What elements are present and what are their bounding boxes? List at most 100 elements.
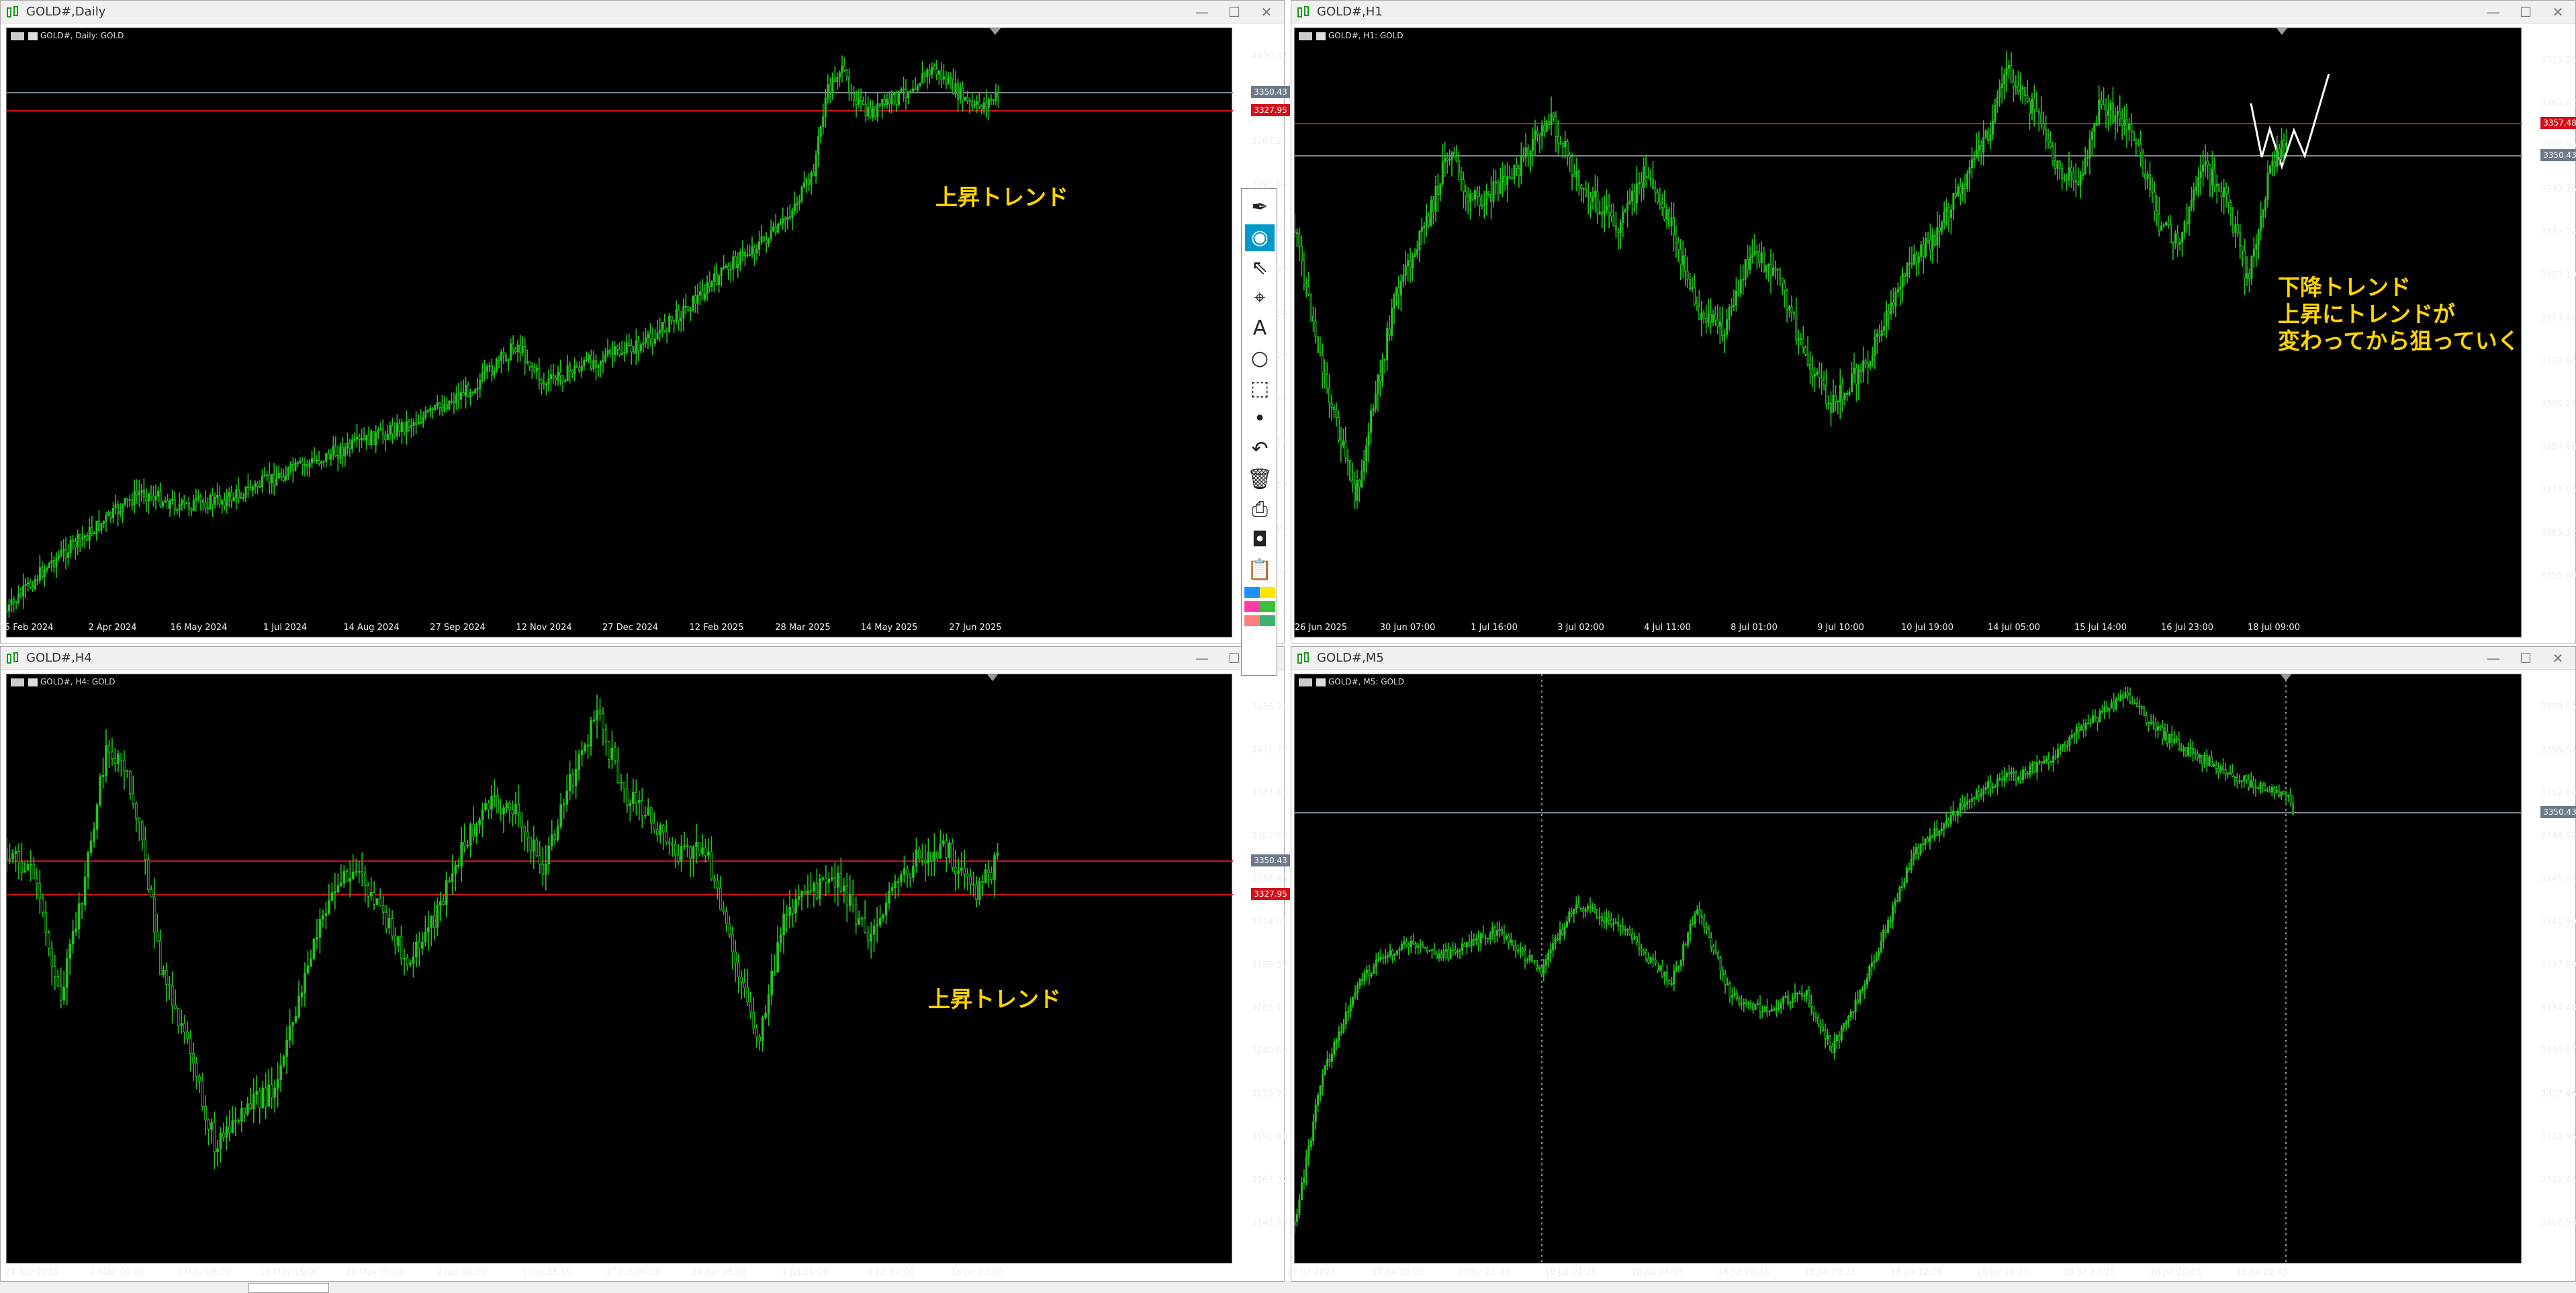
candle-body <box>1675 234 1677 243</box>
shift-marker-icon[interactable] <box>990 28 1001 35</box>
candle-body <box>753 247 756 254</box>
close-button[interactable]: ✕ <box>1252 2 1281 22</box>
candle-body <box>1797 338 1800 341</box>
ruler-icon[interactable]: ⬚ <box>1245 375 1275 402</box>
candle-body <box>1470 939 1473 946</box>
pin-icon[interactable]: ✒ <box>1245 194 1275 221</box>
crosshair-icon[interactable]: ⌖ <box>1245 285 1275 312</box>
candle-body <box>282 1056 285 1066</box>
color-swatch[interactable] <box>1244 587 1260 598</box>
color-swatch[interactable] <box>1260 601 1275 612</box>
window-title: GOLD#,Daily <box>26 5 106 19</box>
trash-icon[interactable]: 🗑 <box>1245 466 1275 493</box>
title-bar[interactable]: GOLD#,H1 — ☐ ✕ <box>1291 1 2575 24</box>
candle-body <box>678 309 680 322</box>
shift-marker-icon[interactable] <box>2276 28 2287 35</box>
color-palette[interactable] <box>1244 587 1275 630</box>
candle-body <box>2252 781 2255 787</box>
candle-body <box>845 885 849 906</box>
candle-body <box>249 487 252 491</box>
eye-icon[interactable]: ◉ <box>1245 224 1275 251</box>
chart-area[interactable]: GOLD#, Daily: GOLD 上昇トレンド <box>6 28 1233 637</box>
maximize-button[interactable]: ☐ <box>2511 2 2540 22</box>
maximize-button[interactable]: ☐ <box>2511 648 2540 668</box>
cursor-icon[interactable]: ⇖ <box>1245 255 1275 281</box>
candle-body <box>1982 789 1985 795</box>
candle-body <box>1389 950 1391 956</box>
candle-body <box>692 846 695 859</box>
candle-body <box>1490 193 1493 202</box>
title-bar[interactable]: GOLD#,M5 — ☐ ✕ <box>1291 647 2575 670</box>
candle-body <box>2210 756 2213 766</box>
candle-body <box>1973 797 1976 799</box>
chart-window-m5[interactable]: GOLD#,M5 — ☐ ✕ GOLD#, M5: GOLD 3359.05 33… <box>1287 646 2576 1282</box>
color-swatch[interactable] <box>1260 615 1275 626</box>
minimize-button[interactable]: — <box>2479 2 2508 22</box>
candle-body <box>1455 157 1458 161</box>
candle-body <box>114 504 117 509</box>
maximize-button[interactable]: ☐ <box>1220 2 1249 22</box>
chart-area[interactable]: GOLD#, H1: GOLD 下降トレンド 上昇にトレンドが 変わってから狙っ… <box>1294 28 2522 637</box>
printer-icon[interactable]: ⎙ <box>1245 496 1275 523</box>
candle-body <box>1638 942 1641 950</box>
candle-body <box>1911 263 1913 265</box>
candle-body <box>119 510 122 515</box>
shift-marker-icon[interactable] <box>2281 674 2291 681</box>
candle-body <box>1485 191 1488 206</box>
candle-body <box>782 218 784 224</box>
close-button[interactable]: ✕ <box>2543 648 2573 668</box>
y-tick-label: 3352.03 <box>2540 788 2576 799</box>
candle-body <box>798 200 801 204</box>
candle-body <box>1391 308 1393 336</box>
ellipse-icon[interactable]: ○ <box>1245 345 1275 372</box>
candle-body <box>704 847 707 856</box>
candle-body <box>1661 966 1664 977</box>
color-swatch[interactable] <box>1260 587 1275 598</box>
candle-body <box>1520 155 1522 177</box>
candle-body <box>230 492 233 501</box>
camera-icon[interactable]: ◘ <box>1245 527 1275 553</box>
undo-icon[interactable]: ↶ <box>1245 436 1275 463</box>
candle-body <box>2125 119 2128 130</box>
candle-body <box>734 951 737 963</box>
shift-marker-icon[interactable] <box>987 674 998 681</box>
title-bar[interactable]: GOLD#,Daily — ☐ ✕ <box>1 1 1284 24</box>
candle-body <box>1823 378 1825 386</box>
color-swatch[interactable] <box>1244 601 1260 612</box>
candle-body <box>91 527 93 534</box>
chart-window-h4[interactable]: GOLD#,H4 — ☐ ✕ GOLD#, H4: GOLD 上昇トレンド 34… <box>0 646 1290 1282</box>
chart-area[interactable]: GOLD#, M5: GOLD <box>1294 674 2522 1264</box>
candle-body <box>420 422 422 424</box>
candle-body <box>2278 148 2281 158</box>
chart-window-daily[interactable]: GOLD#,Daily — ☐ ✕ GOLD#, Daily: GOLD 上昇ト… <box>0 0 1290 643</box>
candle-body <box>1326 373 1328 389</box>
drawing-toolbar[interactable]: ✒ ◉ ⇖ ⌖ A ○ ⬚ • ↶ 🗑 ⎙ ◘ 📋 <box>1241 188 1277 676</box>
dot-icon[interactable]: • <box>1245 406 1275 433</box>
x-tick-label: 24 Jun 08:00 <box>691 1267 747 1278</box>
candle-body <box>1903 882 1906 887</box>
candle-body <box>1515 165 1518 169</box>
minimize-button[interactable]: — <box>1187 2 1217 22</box>
chart-tab[interactable] <box>248 1283 329 1293</box>
title-bar[interactable]: GOLD#,H4 — ☐ ✕ <box>1 647 1284 670</box>
candle-body <box>377 429 379 433</box>
candle-body <box>38 883 42 899</box>
clipboard-icon[interactable]: 📋 <box>1245 557 1275 584</box>
text-icon[interactable]: A <box>1245 315 1275 342</box>
minimize-button[interactable]: — <box>1187 648 1217 668</box>
candle-body <box>20 861 24 873</box>
candle-body <box>2173 738 2176 743</box>
candle-body <box>1561 143 1564 148</box>
candle-body <box>167 500 169 509</box>
candle-body <box>914 88 917 91</box>
candle-body <box>189 1038 192 1054</box>
y-tick-label: 3411.77 <box>1251 745 1287 756</box>
color-swatch[interactable] <box>1244 615 1260 626</box>
candle-body <box>954 83 957 94</box>
close-button[interactable]: ✕ <box>2543 2 2573 22</box>
chart-window-h1[interactable]: GOLD#,H1 — ☐ ✕ GOLD#, H1: GOLD 下降トレンド 上昇… <box>1291 0 2576 643</box>
chart-area[interactable]: GOLD#, H4: GOLD 上昇トレンド <box>6 674 1233 1263</box>
candle-body <box>67 552 70 559</box>
minimize-button[interactable]: — <box>2479 648 2508 668</box>
candle-body <box>1962 184 1964 194</box>
